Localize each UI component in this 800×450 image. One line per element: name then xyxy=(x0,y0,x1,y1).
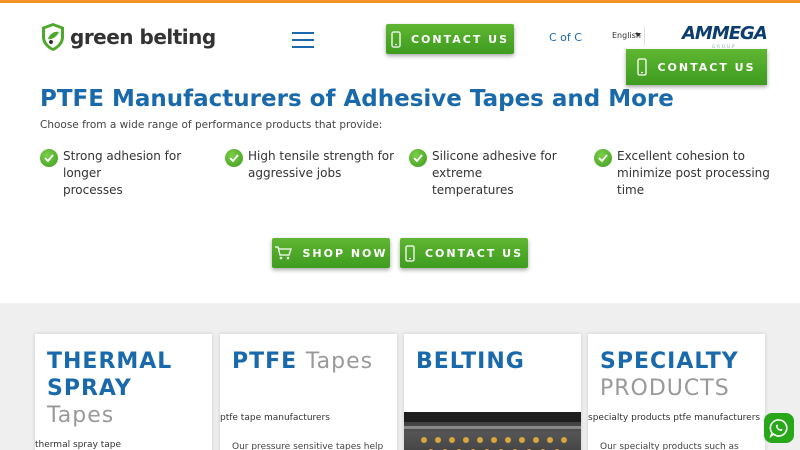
card-title: BELTING xyxy=(416,349,525,374)
contact-us-button[interactable]: CONTACT US xyxy=(386,24,514,54)
card-title: SPECIALTY PRODUCTS xyxy=(600,349,739,401)
product-card-ptfe-tapes[interactable]: PTFE Tapes ptfe tape manufacturers Our p… xyxy=(220,334,397,450)
feature-text: Strong adhesion for longer processes xyxy=(63,149,182,197)
floating-contact-us-label: CONTACT US xyxy=(657,60,756,74)
contact-us-label: CONTACT US xyxy=(410,32,510,46)
feature-text: Excellent cohesion to minimize post proc… xyxy=(617,149,770,197)
feature-text: High tensile strength for aggressive job… xyxy=(248,149,395,180)
feature-item: Excellent cohesion to minimize post proc… xyxy=(594,148,770,199)
whatsapp-icon[interactable] xyxy=(764,413,794,443)
page-title: PTFE Manufacturers of Adhesive Tapes and… xyxy=(40,86,674,112)
card-image-caption: specialty products ptfe manufacturers xyxy=(588,413,761,423)
green-belting-logo[interactable]: green belting xyxy=(40,22,216,52)
cofc-link[interactable]: C of C xyxy=(549,31,582,44)
mobile-phone-icon xyxy=(637,58,648,76)
check-icon xyxy=(594,149,612,167)
feature-text: Silicone adhesive for extreme temperatur… xyxy=(432,149,557,197)
card-image-caption: thermal spray tape xyxy=(35,440,122,450)
check-icon xyxy=(40,149,58,167)
floating-contact-us-button[interactable]: CONTACT US xyxy=(626,49,767,85)
intro-text: Choose from a wide range of performance … xyxy=(40,119,383,131)
mobile-phone-icon xyxy=(405,244,415,262)
menu-hamburger-icon[interactable] xyxy=(292,32,314,48)
mobile-phone-icon xyxy=(391,30,401,48)
shop-now-button[interactable]: SHOP NOW xyxy=(272,238,390,268)
shop-now-label: SHOP NOW xyxy=(302,246,388,260)
check-icon xyxy=(225,149,243,167)
product-card-belting[interactable]: BELTING xyxy=(404,334,581,450)
card-title: THERMAL SPRAY Tapes xyxy=(47,349,173,428)
shield-logo-icon xyxy=(42,23,64,51)
card-description: Our specialty products such as xyxy=(600,442,739,450)
feature-item: Strong adhesion for longer processes xyxy=(40,148,181,199)
product-card-specialty-products[interactable]: SPECIALTY PRODUCTS specialty products pt… xyxy=(588,334,765,450)
card-image-caption: ptfe tape manufacturers xyxy=(220,413,330,423)
check-icon xyxy=(409,149,427,167)
logo-text: green belting xyxy=(70,25,216,49)
chevron-down-icon xyxy=(635,33,641,37)
ammega-logo[interactable]: AMMEGA xyxy=(682,23,768,44)
language-select[interactable]: English xyxy=(605,27,645,45)
feature-item: High tensile strength for aggressive job… xyxy=(225,148,394,182)
contact-us-label: CONTACT US xyxy=(424,246,524,260)
belting-image xyxy=(404,412,581,450)
cart-icon xyxy=(275,246,293,260)
top-accent-bar xyxy=(0,0,800,3)
contact-us-button-secondary[interactable]: CONTACT US xyxy=(400,238,528,268)
feature-item: Silicone adhesive for extreme temperatur… xyxy=(409,148,557,199)
card-description: Our pressure sensitive tapes help xyxy=(232,442,384,450)
card-title: PTFE Tapes xyxy=(232,349,374,374)
product-card-thermal-spray[interactable]: THERMAL SPRAY Tapes thermal spray tape xyxy=(35,334,212,450)
